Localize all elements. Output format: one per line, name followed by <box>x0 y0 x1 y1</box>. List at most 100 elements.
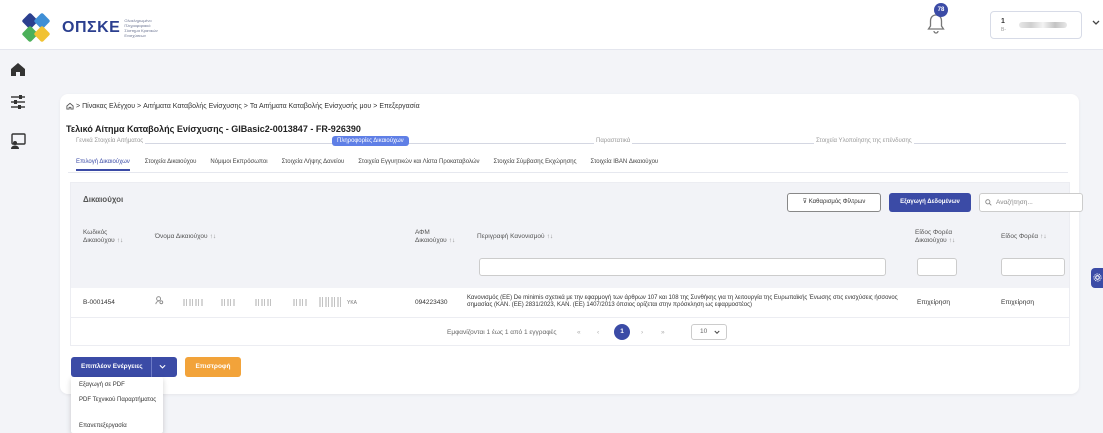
sort-icon[interactable]: ↑↓ <box>210 233 217 240</box>
col-header-afm[interactable]: ΑΦΜ Δικαιούχου ↑↓ <box>415 229 469 245</box>
more-actions-button[interactable]: Επιπλέον Ενέργειες <box>71 357 177 377</box>
col-code-label: Κωδικός Δικαιούχου <box>83 229 115 244</box>
brand-name: ΟΠΣΚΕ <box>62 19 121 36</box>
regulation-filter-input[interactable] <box>479 258 886 276</box>
cell-carrier: Επιχείρηση <box>1001 299 1034 306</box>
col-regulation-label: Περιγραφή Κανονισμού <box>477 233 545 240</box>
name-redacted <box>221 299 235 306</box>
sort-icon[interactable]: ↑↓ <box>949 237 956 244</box>
search-placeholder: Αναζήτηση... <box>996 199 1033 206</box>
pagination: Εμφανίζονται 1 έως 1 από 1 εγγραφές « ‹ … <box>71 323 1069 341</box>
brand-logo[interactable]: ΟΠΣΚΕ Ολοκληρωμένο Πληροφοριακό Σύστημα … <box>21 12 160 43</box>
user-menu[interactable]: 1 B- <box>990 11 1082 39</box>
menu-item-technical-annex-pdf[interactable]: PDF Τεχνικού Παραρτήματος <box>79 397 159 404</box>
breadcrumb-separator: > <box>76 102 81 110</box>
name-redacted <box>293 299 307 306</box>
tab-assignment-contract[interactable]: Στοιχεία Σύμβασης Εκχώρησης <box>494 159 577 165</box>
user-line-1: 1 <box>1001 18 1005 25</box>
sort-icon[interactable]: ↑↓ <box>117 237 124 244</box>
carrier-filter-input[interactable] <box>1001 258 1065 276</box>
name-redacted <box>183 299 203 306</box>
tab-legal-representatives[interactable]: Νόμιμοι Εκπρόσωποι <box>210 159 267 165</box>
settings-side-tab[interactable] <box>1091 268 1103 288</box>
home-icon[interactable] <box>66 102 74 110</box>
page-size-value: 10 <box>700 328 708 335</box>
sidebar <box>0 50 36 433</box>
cell-regulation: Κανονισμός (ΕΕ) De minimis σχετικά με τη… <box>467 295 898 308</box>
tab-beneficiary-details[interactable]: Στοιχεία Δικαιούχου <box>145 159 197 165</box>
table-row[interactable]: B-0001454 ΥΚΑ 094223430 Κανονισμός (ΕΕ) … <box>71 288 1069 318</box>
menu-item-reprocess[interactable]: Επανεπεξεργασία <box>79 423 159 430</box>
search-input[interactable]: Αναζήτηση... <box>979 193 1083 212</box>
cell-carrier-beneficiary: Επιχείρηση <box>917 299 950 306</box>
tab-iban[interactable]: Στοιχεία IBAN Δικαιούχου <box>591 159 659 165</box>
grid-caption: Δικαιούχοι <box>83 195 124 204</box>
col-carrier-beneficiary-label: Είδος Φορέα Δικαιούχου <box>915 229 953 244</box>
clear-filters-button[interactable]: ⊽ Καθαρισμός Φίλτρων <box>787 193 881 212</box>
name-redacted <box>319 297 341 307</box>
cell-afm: 094223430 <box>415 299 448 306</box>
breadcrumb-separator: > <box>243 102 248 110</box>
col-header-name[interactable]: Όνομα Δικαιούχου ↑↓ <box>155 233 216 241</box>
top-bar: ΟΠΣΚΕ Ολοκληρωμένο Πληροφοριακό Σύστημα … <box>0 0 1103 50</box>
breadcrumb-my-requests[interactable]: Τα Αιτήματα Καταβολής Ενίσχυσής μου <box>250 103 371 110</box>
user-name-redacted <box>1019 22 1067 28</box>
page-title: Τελικό Αίτημα Καταβολής Ενίσχυσης - GIBa… <box>66 124 361 134</box>
grid-header: Δικαιούχοι ⊽ Καθαρισμός Φίλτρων Εξαγωγή … <box>71 183 1083 288</box>
tabs-divider <box>68 172 1068 173</box>
sliders-icon[interactable] <box>9 93 27 111</box>
sort-icon[interactable]: ↑↓ <box>1040 233 1047 240</box>
breadcrumb: > Πίνακας Ελέγχου > Αιτήματα Καταβολής Ε… <box>66 102 420 110</box>
cell-code: B-0001454 <box>83 299 115 306</box>
sort-icon[interactable]: ↑↓ <box>547 233 554 240</box>
tab-guarantees[interactable]: Στοιχεία Εγγυητικών και Λίστα Προκαταβολ… <box>358 159 479 165</box>
col-header-carrier-type[interactable]: Είδος Φορέα ↑↓ <box>1001 233 1047 241</box>
sort-icon[interactable]: ↑↓ <box>449 237 456 244</box>
more-actions-label: Επιπλέον Ενέργειες <box>81 363 143 370</box>
tab-select-beneficiaries[interactable]: Επιλογή Δικαιούχων <box>76 159 130 171</box>
more-actions-menu: Εξαγωγή σε PDF PDF Τεχνικού Παραρτήματος… <box>71 377 163 433</box>
step-beneficiaries[interactable]: Πληροφορίες Δικαιούχων <box>332 136 409 146</box>
chevron-down-icon[interactable] <box>1092 20 1100 26</box>
step-documents[interactable]: Παραστατικά <box>594 138 633 144</box>
col-header-regulation[interactable]: Περιγραφή Κανονισμού ↑↓ <box>477 233 553 241</box>
tab-bar: Επιλογή Δικαιούχων Στοιχεία Δικαιούχου Ν… <box>76 159 659 171</box>
notification-badge: 78 <box>934 3 948 17</box>
breadcrumb-separator: > <box>373 102 378 110</box>
tab-loan-details[interactable]: Στοιχεία Λήψης Δανείου <box>282 159 345 165</box>
prev-page-button[interactable]: ‹ <box>597 329 599 336</box>
carrier-beneficiary-filter-input[interactable] <box>917 258 957 276</box>
export-data-button[interactable]: Εξαγωγή Δεδομένων <box>889 193 971 212</box>
next-page-button[interactable]: › <box>641 329 643 336</box>
page-size-select[interactable]: 10 <box>691 324 727 340</box>
menu-item-export-pdf[interactable]: Εξαγωγή σε PDF <box>79 382 159 389</box>
col-name-label: Όνομα Δικαιούχου <box>155 233 208 240</box>
last-page-button[interactable]: » <box>661 329 665 336</box>
split-divider <box>151 357 152 377</box>
monitor-user-icon[interactable] <box>9 132 27 150</box>
stepper-line <box>74 143 1066 144</box>
breadcrumb-edit: Επεξεργασία <box>379 102 420 110</box>
breadcrumb-dashboard[interactable]: Πίνακας Ελέγχου <box>82 103 135 110</box>
name-redacted <box>255 299 271 306</box>
breadcrumb-payment-requests[interactable]: Αιτήματα Καταβολής Ενίσχυσης <box>143 103 242 110</box>
brand-tagline: Ολοκληρωμένο Πληροφοριακό Σύστημα Κρατικ… <box>124 18 158 38</box>
user-search-icon[interactable] <box>155 296 164 305</box>
back-button[interactable]: Επιστροφή <box>185 357 241 377</box>
cell-name-fragment: ΥΚΑ <box>347 300 358 306</box>
current-page-button[interactable]: 1 <box>614 324 630 340</box>
col-afm-label: ΑΦΜ Δικαιούχου <box>415 229 447 244</box>
col-header-carrier-type-beneficiary[interactable]: Είδος Φορέα Δικαιούχου ↑↓ <box>915 229 975 245</box>
clear-filters-label: Καθαρισμός Φίλτρων <box>808 199 866 205</box>
col-carrier-label: Είδος Φορέα <box>1001 233 1039 240</box>
search-icon <box>985 199 992 206</box>
beneficiaries-grid: Δικαιούχοι ⊽ Καθαρισμός Φίλτρων Εξαγωγή … <box>70 182 1083 346</box>
gear-icon <box>1093 273 1102 282</box>
chevron-down-icon[interactable] <box>159 364 166 370</box>
step-general[interactable]: Γενικά Στοιχεία Αιτήματος <box>74 138 146 144</box>
first-page-button[interactable]: « <box>577 329 581 336</box>
pagination-summary: Εμφανίζονται 1 έως 1 από 1 εγγραφές <box>447 329 557 336</box>
step-implementation[interactable]: Στοιχεία Υλοποίησης της επένδυσης <box>814 138 914 144</box>
col-header-code[interactable]: Κωδικός Δικαιούχου ↑↓ <box>83 229 143 245</box>
home-icon[interactable] <box>9 60 27 78</box>
